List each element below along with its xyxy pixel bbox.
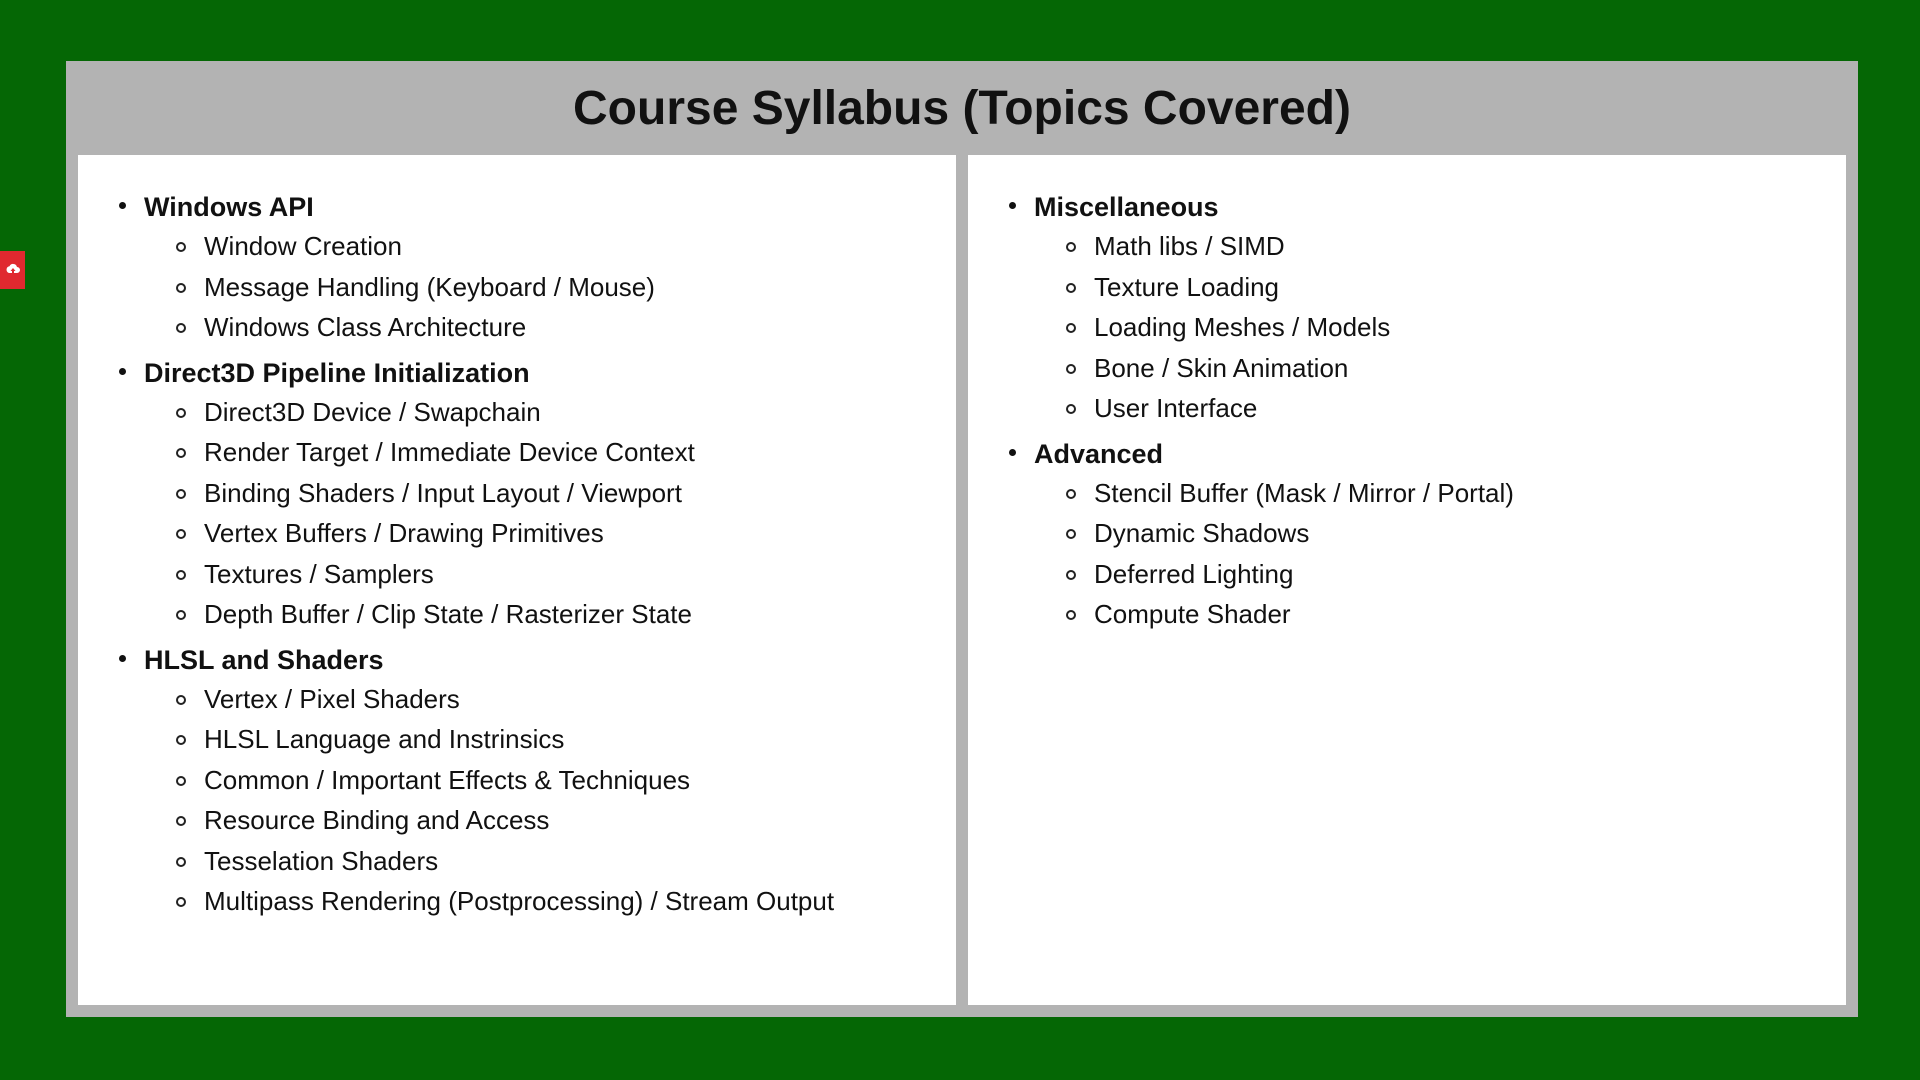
upload-cloud-icon xyxy=(6,263,20,275)
bullet-icon xyxy=(119,367,126,375)
circle-bullet-icon xyxy=(1066,404,1076,414)
circle-bullet-icon xyxy=(1066,363,1076,374)
subtopic-item: Vertex / Pixel Shaders xyxy=(144,679,956,720)
topic-list: Windows API Window Creation Message Hand… xyxy=(78,155,956,922)
bullet-icon xyxy=(1009,448,1016,456)
circle-bullet-icon xyxy=(176,448,186,458)
subtopic-item: Depth Buffer / Clip State / Rasterizer S… xyxy=(144,594,956,635)
circle-bullet-icon xyxy=(1066,610,1076,620)
circle-bullet-icon xyxy=(1066,282,1076,293)
subtopic-item: Loading Meshes / Models xyxy=(1034,307,1846,348)
subtopic-item: Window Creation xyxy=(144,226,956,267)
subtopic-item: Message Handling (Keyboard / Mouse) xyxy=(144,267,956,308)
subtopic-item: Texture Loading xyxy=(1034,267,1846,308)
topic-list: Miscellaneous Math libs / SIMD Texture L… xyxy=(968,155,1846,635)
circle-bullet-icon xyxy=(176,775,186,786)
topic-miscellaneous: Miscellaneous Math libs / SIMD Texture L… xyxy=(968,188,1846,429)
subtopic-item: User Interface xyxy=(1034,388,1846,429)
subtopic-item: Vertex Buffers / Drawing Primitives xyxy=(144,513,956,554)
right-column-panel: Miscellaneous Math libs / SIMD Texture L… xyxy=(968,155,1846,1005)
subtopic-item: Resource Binding and Access xyxy=(144,800,956,841)
subtopic-item: Multipass Rendering (Postprocessing) / S… xyxy=(144,881,956,922)
left-column-panel: Windows API Window Creation Message Hand… xyxy=(78,155,956,1005)
topic-title: Advanced xyxy=(1034,438,1164,469)
subtopic-item: Textures / Samplers xyxy=(144,554,956,595)
subtopic-item: Dynamic Shadows xyxy=(1034,513,1846,554)
topic-title: HLSL and Shaders xyxy=(144,644,384,675)
subtopic-item: Compute Shader xyxy=(1034,594,1846,635)
circle-bullet-icon xyxy=(176,735,186,745)
circle-bullet-icon xyxy=(176,407,186,418)
bullet-icon xyxy=(119,202,126,209)
circle-bullet-icon xyxy=(1066,242,1076,252)
slide-frame: Course Syllabus (Topics Covered) Windows… xyxy=(66,61,1858,1017)
subtopic-list: Math libs / SIMD Texture Loading Loading… xyxy=(1034,226,1846,429)
bullet-icon xyxy=(119,654,126,662)
circle-bullet-icon xyxy=(176,694,186,705)
subtopic-item: Direct3D Device / Swapchain xyxy=(144,392,956,433)
subtopic-item: Tesselation Shaders xyxy=(144,841,956,882)
subtopic-item: Deferred Lighting xyxy=(1034,554,1846,595)
circle-bullet-icon xyxy=(1066,323,1076,333)
circle-bullet-icon xyxy=(176,569,186,580)
topic-title: Miscellaneous xyxy=(1034,192,1219,222)
subtopic-item: Render Target / Immediate Device Context xyxy=(144,432,956,473)
circle-bullet-icon xyxy=(176,242,186,252)
topic-title: Windows API xyxy=(144,192,314,222)
subtopic-item: Common / Important Effects & Techniques xyxy=(144,760,956,801)
topic-title: Direct3D Pipeline Initialization xyxy=(144,357,530,388)
subtopic-list: Stencil Buffer (Mask / Mirror / Portal) … xyxy=(1034,473,1846,635)
bullet-icon xyxy=(1009,202,1016,209)
circle-bullet-icon xyxy=(176,856,186,867)
subtopic-item: Binding Shaders / Input Layout / Viewpor… xyxy=(144,473,956,514)
circle-bullet-icon xyxy=(176,816,186,826)
topic-windows-api: Windows API Window Creation Message Hand… xyxy=(78,188,956,348)
subtopic-list: Window Creation Message Handling (Keyboa… xyxy=(144,226,956,348)
subtopic-list: Direct3D Device / Swapchain Render Targe… xyxy=(144,392,956,635)
subtopic-item: Stencil Buffer (Mask / Mirror / Portal) xyxy=(1034,473,1846,514)
subtopic-item: HLSL Language and Instrinsics xyxy=(144,719,956,760)
circle-bullet-icon xyxy=(1066,488,1076,499)
circle-bullet-icon xyxy=(176,529,186,539)
slide-title: Course Syllabus (Topics Covered) xyxy=(573,81,1351,135)
topic-direct3d-pipeline: Direct3D Pipeline Initialization Direct3… xyxy=(78,354,956,635)
topic-advanced: Advanced Stencil Buffer (Mask / Mirror /… xyxy=(968,435,1846,635)
subtopic-list: Vertex / Pixel Shaders HLSL Language and… xyxy=(144,679,956,922)
subtopic-item: Windows Class Architecture xyxy=(144,307,956,348)
circle-bullet-icon xyxy=(176,610,186,620)
circle-bullet-icon xyxy=(176,282,186,293)
circle-bullet-icon xyxy=(176,897,186,907)
subtopic-item: Math libs / SIMD xyxy=(1034,226,1846,267)
circle-bullet-icon xyxy=(1066,569,1076,580)
subtopic-item: Bone / Skin Animation xyxy=(1034,348,1846,389)
circle-bullet-icon xyxy=(176,323,186,333)
side-tab-button[interactable] xyxy=(0,251,25,289)
circle-bullet-icon xyxy=(1066,529,1076,539)
circle-bullet-icon xyxy=(176,488,186,499)
topic-hlsl-shaders: HLSL and Shaders Vertex / Pixel Shaders … xyxy=(78,641,956,922)
